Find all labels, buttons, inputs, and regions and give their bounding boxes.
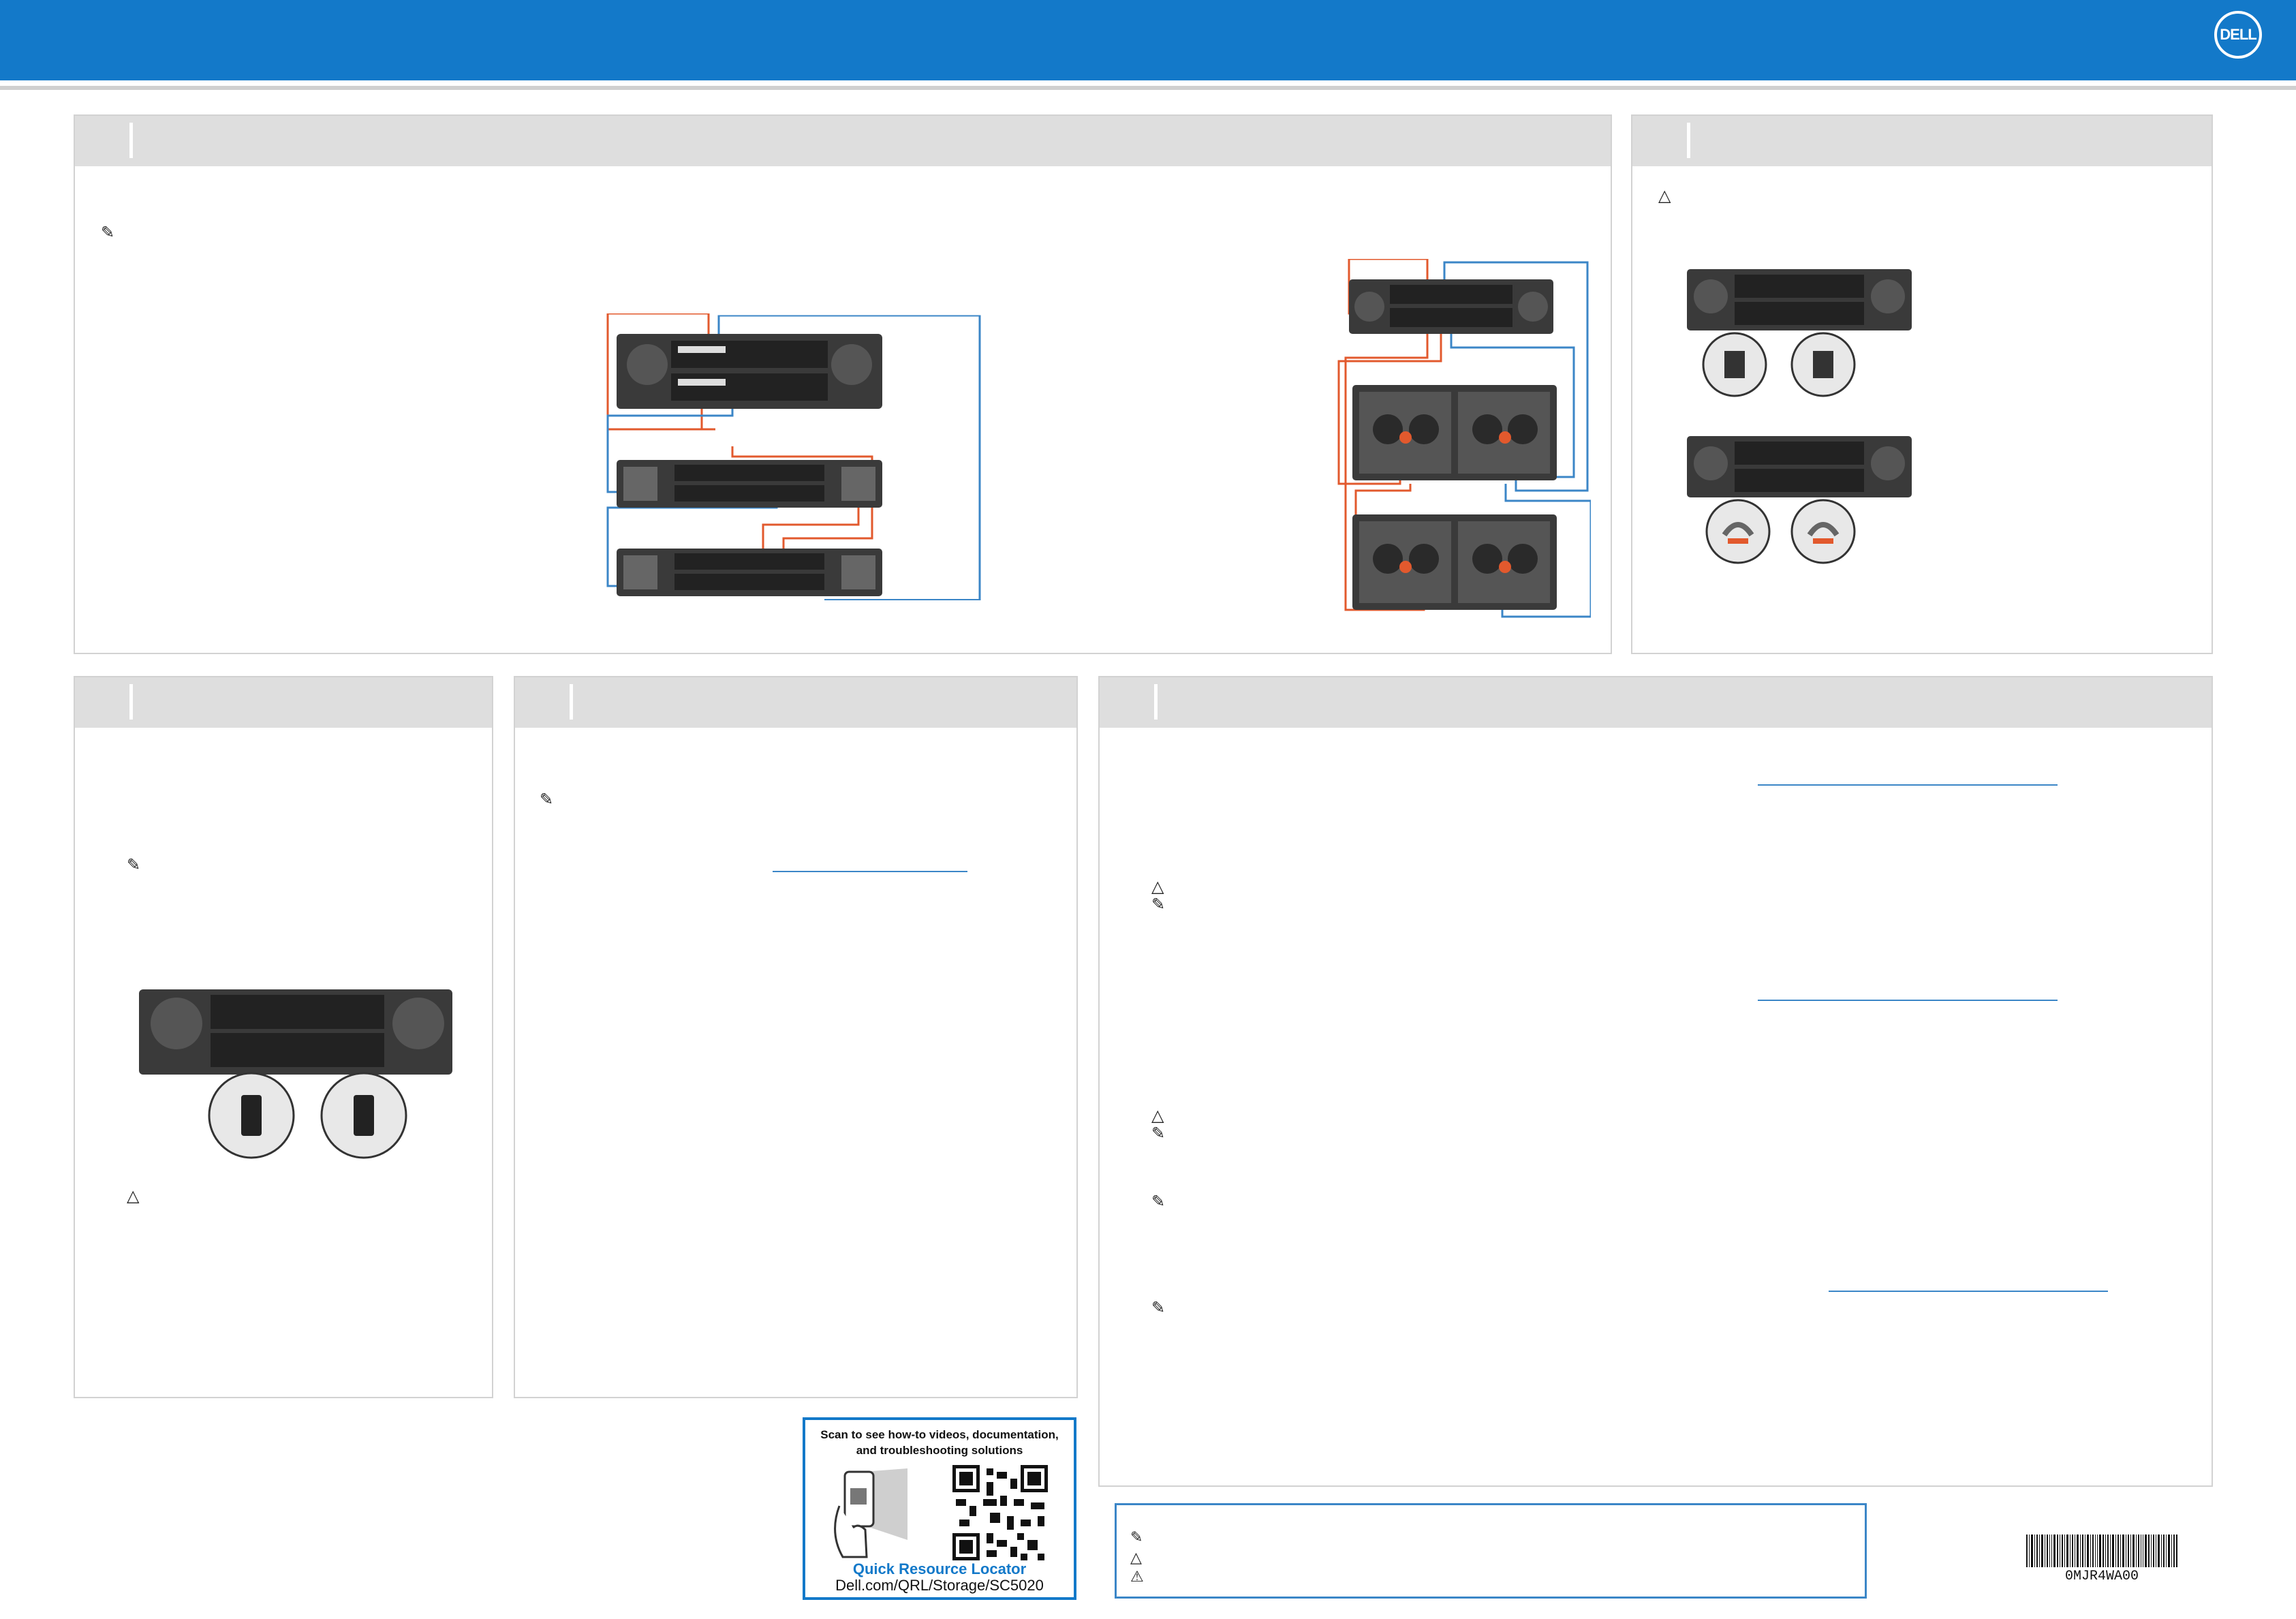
dell-logo: DELL xyxy=(2214,11,2262,59)
step-number-marker xyxy=(1154,684,1158,720)
qr-url[interactable]: Dell.com/QRL/Storage/SC5020 xyxy=(805,1577,1074,1594)
caution-icon: △ xyxy=(127,1187,140,1205)
note-icon: ✎ xyxy=(1151,1192,1166,1211)
caution-icon: △ xyxy=(1151,878,1164,896)
note-icon: ✎ xyxy=(1151,895,1166,914)
panel-cabling-header xyxy=(75,116,1611,166)
panel-power-cables: △ xyxy=(1631,114,2213,654)
note-icon: ✎ xyxy=(1130,1528,1143,1545)
cabling-diagram-sc-series xyxy=(606,313,981,601)
cabling-diagram-expansion xyxy=(1337,259,1591,618)
phone-scan-icon xyxy=(834,1468,907,1558)
panel-software: ✎ xyxy=(514,676,1078,1398)
qr-caption: Scan to see how-to videos, documentation… xyxy=(805,1427,1074,1458)
panel-power-on-header xyxy=(75,677,492,728)
caution-icon: △ xyxy=(1130,1549,1142,1566)
warning-icon: ⚠ xyxy=(1130,1568,1144,1585)
panel-cabling: ✎ xyxy=(74,114,1612,654)
note-icon: ✎ xyxy=(540,790,554,809)
panel-configuration: △ ✎ △ ✎ ✎ ✎ xyxy=(1098,676,2213,1487)
step-number-marker xyxy=(1687,123,1690,158)
barcode xyxy=(2026,1535,2177,1567)
step-number-marker xyxy=(570,684,573,720)
step-number-marker xyxy=(129,123,133,158)
qr-caption-line2: and troubleshooting solutions xyxy=(856,1444,1023,1457)
panel-software-header xyxy=(515,677,1076,728)
qr-label: Quick Resource Locator xyxy=(852,1560,1027,1577)
caution-icon: △ xyxy=(1151,1107,1164,1125)
config-link-3[interactable] xyxy=(1829,1291,2108,1292)
qr-caption-line1: Scan to see how-to videos, documentation… xyxy=(820,1428,1059,1441)
config-link-1[interactable] xyxy=(1758,784,2058,786)
legend-box: ✎ △ ⚠ xyxy=(1115,1503,1867,1599)
power-cable-diagram xyxy=(1687,269,1912,564)
note-icon: ✎ xyxy=(1151,1299,1166,1317)
header-divider xyxy=(0,86,2296,90)
header-banner: DELL xyxy=(0,0,2296,80)
qr-code[interactable] xyxy=(952,1465,1048,1560)
caution-icon: △ xyxy=(1658,187,1671,205)
barcode-number: 0MJR4WA00 xyxy=(2064,1569,2139,1584)
note-icon: ✎ xyxy=(1151,1124,1166,1143)
panel-power-header xyxy=(1632,116,2212,166)
panel-configuration-header xyxy=(1100,677,2212,728)
note-icon: ✎ xyxy=(101,223,115,242)
quick-resource-locator: Scan to see how-to videos, documentation… xyxy=(803,1417,1076,1600)
panel-power-on: ✎ △ xyxy=(74,676,493,1398)
power-switch-diagram xyxy=(139,989,452,1159)
software-link[interactable] xyxy=(773,871,967,872)
step-number-marker xyxy=(129,684,133,720)
config-link-2[interactable] xyxy=(1758,1000,2058,1001)
note-icon: ✎ xyxy=(127,856,141,874)
